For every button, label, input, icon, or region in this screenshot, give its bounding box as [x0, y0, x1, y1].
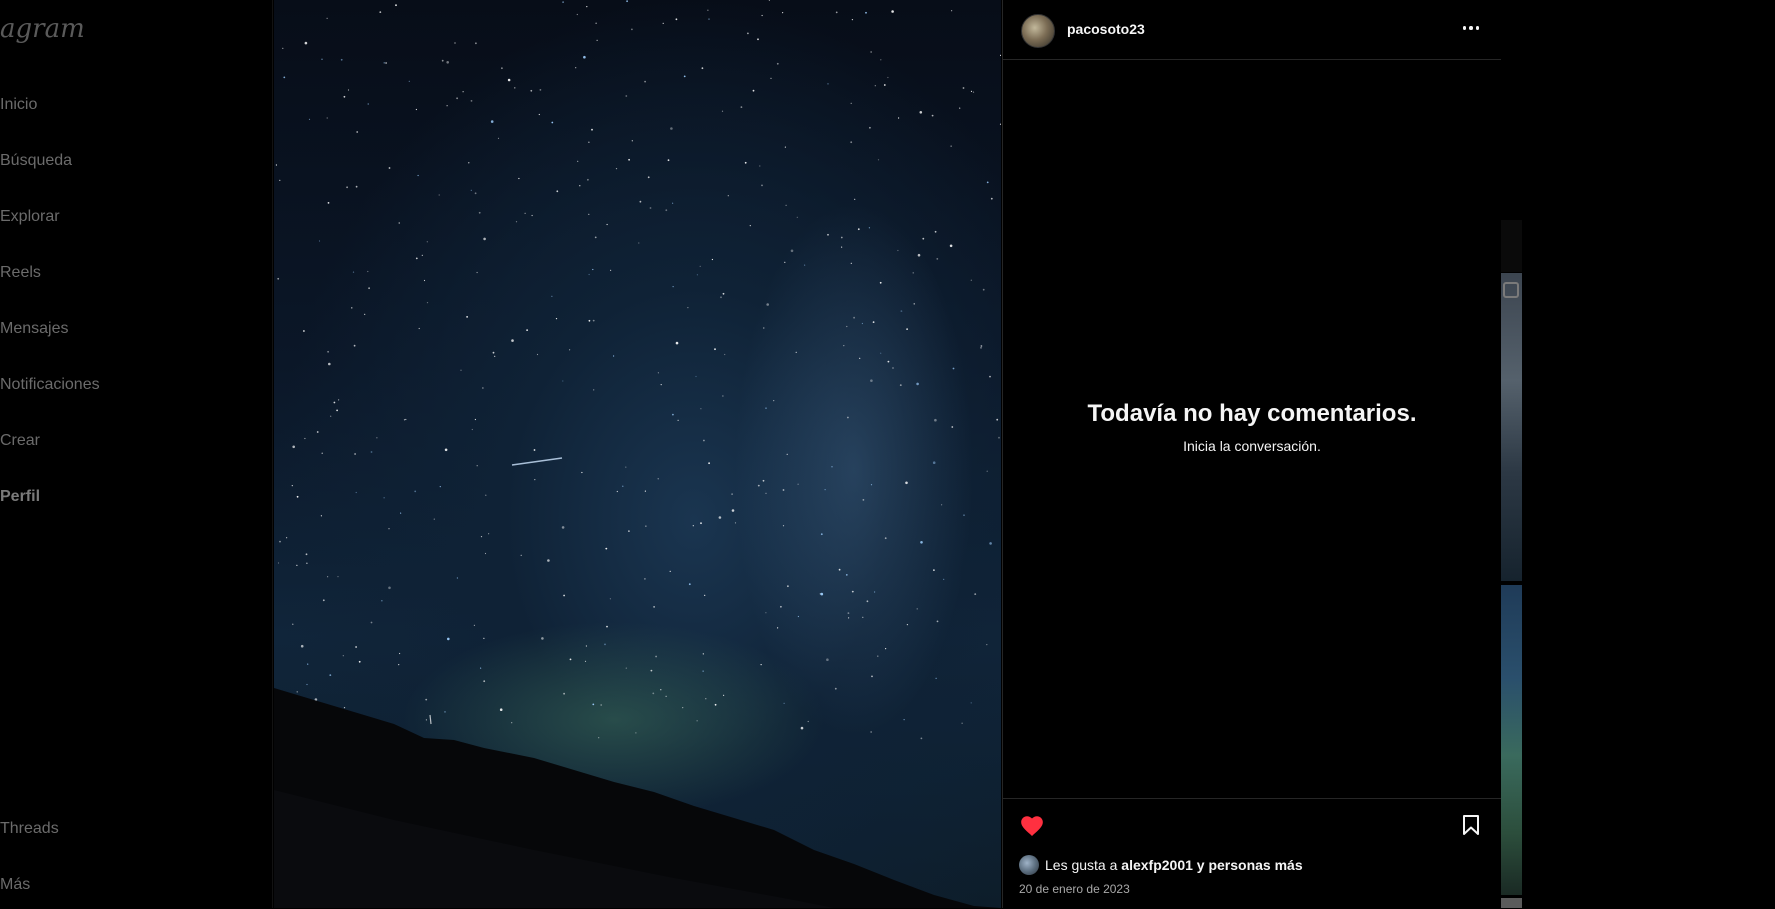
more-options-icon[interactable] [1459, 16, 1483, 40]
likes-prefix: Les gusta a [1045, 857, 1118, 873]
bookmark-icon[interactable] [1459, 813, 1483, 837]
reels-icon [1503, 282, 1519, 298]
sidebar-item-reels[interactable]: Reels [0, 264, 41, 282]
sidebar-item-mas[interactable]: Más [0, 876, 30, 894]
sidebar-item-busqueda[interactable]: Búsqueda [0, 152, 72, 170]
hillside-silhouette [274, 688, 1001, 908]
avatar[interactable] [1019, 855, 1039, 875]
background-feed-strip [1500, 220, 1522, 272]
sidebar-item-inicio[interactable]: Inicio [0, 96, 37, 114]
liker-username[interactable]: alexfp2001 [1121, 857, 1193, 873]
post-details-panel: pacosoto23 Todavía no hay comentarios. I… [1002, 0, 1501, 908]
author-username[interactable]: pacosoto23 [1067, 21, 1145, 37]
post-date[interactable]: 20 de enero de 2023 [1019, 882, 1130, 896]
comments-empty-state: Todavía no hay comentarios. Inicia la co… [1003, 400, 1501, 454]
background-post-thumbnail[interactable] [1500, 273, 1522, 581]
sidebar-item-crear[interactable]: Crear [0, 432, 40, 450]
post-actions: Les gusta a alexfp2001 y personas más 20… [1003, 798, 1501, 909]
likes-summary: Les gusta a alexfp2001 y personas más [1019, 855, 1303, 875]
instagram-logo[interactable]: agram [0, 14, 85, 44]
post-header: pacosoto23 [1003, 0, 1501, 60]
empty-comments-title: Todavía no hay comentarios. [1087, 400, 1417, 427]
sidebar-item-threads[interactable]: Threads [0, 820, 59, 838]
sidebar-item-mensajes[interactable]: Mensajes [0, 320, 68, 338]
heart-icon[interactable] [1019, 813, 1045, 839]
empty-comments-subtitle: Inicia la conversación. [1183, 438, 1321, 454]
sidebar-item-notificaciones[interactable]: Notificaciones [0, 376, 100, 394]
sidebar-item-perfil[interactable]: Perfil [0, 488, 40, 506]
background-post-thumbnail[interactable] [1500, 585, 1522, 895]
post-image[interactable] [274, 0, 1001, 908]
likes-others-link[interactable]: y personas más [1197, 857, 1303, 873]
sidebar-item-explorar[interactable]: Explorar [0, 208, 60, 226]
sidebar: agram Inicio Búsqueda Explorar Reels Men… [0, 0, 273, 908]
background-post-thumbnail[interactable] [1500, 898, 1522, 908]
avatar[interactable] [1021, 14, 1055, 48]
